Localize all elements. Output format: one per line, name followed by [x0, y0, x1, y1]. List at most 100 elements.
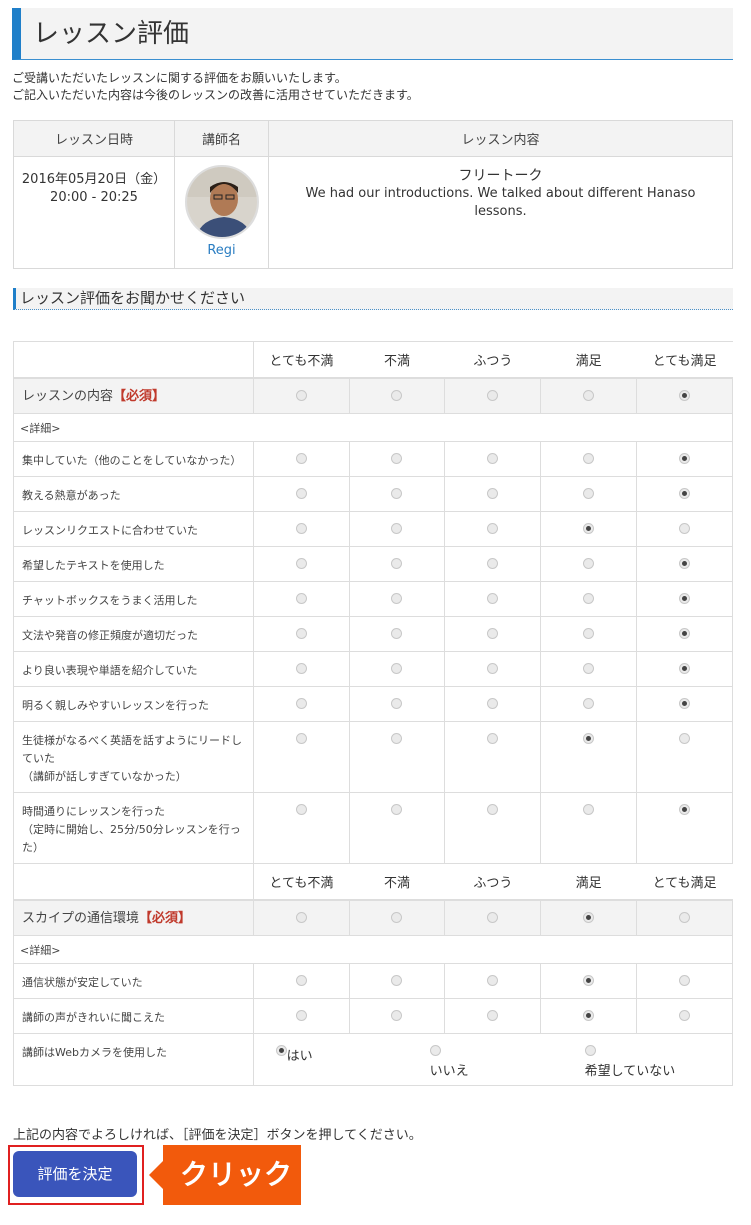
radio-option[interactable] — [487, 628, 499, 639]
radio-option[interactable] — [583, 911, 595, 923]
radio-option[interactable] — [391, 804, 403, 815]
radio-option[interactable] — [583, 804, 595, 815]
radio-option[interactable] — [391, 911, 403, 923]
radio-option[interactable] — [487, 663, 499, 674]
radio-option[interactable] — [679, 453, 691, 464]
radio-option[interactable] — [295, 389, 307, 401]
radio-option[interactable] — [295, 453, 307, 464]
radio-option[interactable] — [391, 593, 403, 604]
radio-option[interactable] — [679, 975, 691, 986]
radio-option[interactable] — [679, 523, 691, 534]
radio-option[interactable] — [679, 558, 691, 569]
radio-option[interactable] — [391, 733, 403, 744]
intro-text: ご受講いただいたレッスンに関する評価をお願いいたします。 ご記入いただいた内容は… — [12, 70, 419, 104]
radio-option[interactable] — [295, 628, 307, 639]
radio-option[interactable] — [295, 1010, 307, 1021]
radio-option[interactable] — [679, 1010, 691, 1021]
rating-row: より良い表現や単語を紹介していた — [13, 651, 733, 687]
rating-row: 明るく親しみやすいレッスンを行った — [13, 686, 733, 722]
radio-option[interactable] — [583, 593, 595, 604]
radio-option[interactable] — [275, 1045, 287, 1056]
radio-option[interactable] — [679, 628, 691, 639]
radio-option[interactable] — [295, 733, 307, 744]
radio-option[interactable] — [487, 733, 499, 744]
radio-option[interactable] — [391, 698, 403, 709]
radio-option[interactable] — [583, 628, 595, 639]
radio-option[interactable] — [391, 663, 403, 674]
radio-option[interactable] — [679, 488, 691, 499]
radio-option[interactable] — [487, 389, 499, 401]
radio-option[interactable] — [679, 733, 691, 744]
scale-label-very-satisfied: とても満足 — [636, 863, 733, 900]
radio-option[interactable] — [583, 975, 595, 986]
camera-option-yes[interactable]: はい — [275, 1045, 313, 1064]
camera-option-label: はい — [286, 1049, 313, 1064]
radio-option[interactable] — [583, 663, 595, 674]
details-label: <詳細> — [13, 413, 733, 442]
radio-option[interactable] — [583, 453, 595, 464]
radio-option[interactable] — [487, 698, 499, 709]
rating-item-label: 教える熱意があった — [13, 476, 254, 512]
radio-option[interactable] — [583, 698, 595, 709]
teacher-name-link[interactable]: Regi — [175, 243, 268, 258]
lesson-datetime-cell: 2016年05月20日（金） 20:00 - 20:25 — [13, 156, 175, 269]
radio-option[interactable] — [295, 593, 307, 604]
radio-option[interactable] — [391, 453, 403, 464]
radio-option[interactable] — [391, 488, 403, 499]
radio-option[interactable] — [295, 663, 307, 674]
teacher-avatar[interactable] — [184, 165, 259, 239]
radio-option[interactable] — [391, 628, 403, 639]
radio-option[interactable] — [583, 488, 595, 499]
radio-option[interactable] — [487, 523, 499, 534]
submit-rating-button[interactable]: 評価を決定 — [13, 1151, 137, 1197]
radio-option[interactable] — [584, 1045, 596, 1056]
scale-label-neutral: ふつう — [444, 863, 541, 900]
radio-option[interactable] — [429, 1045, 441, 1056]
radio-option[interactable] — [679, 698, 691, 709]
radio-option[interactable] — [487, 593, 499, 604]
radio-option[interactable] — [487, 488, 499, 499]
lesson-content-cell: フリートーク We had our introductions. We talk… — [268, 156, 733, 269]
lesson-date: 2016年05月20日（金） — [21, 172, 167, 187]
teacher-cell: Regi — [174, 156, 269, 269]
camera-option-not-requested[interactable]: 希望していない — [584, 1045, 675, 1079]
radio-option[interactable] — [487, 975, 499, 986]
radio-option[interactable] — [583, 733, 595, 744]
radio-option[interactable] — [295, 698, 307, 709]
radio-option[interactable] — [679, 911, 691, 923]
radio-option[interactable] — [679, 663, 691, 674]
radio-option[interactable] — [583, 1010, 595, 1021]
radio-option[interactable] — [583, 389, 595, 401]
rating-row: 教える熱意があった — [13, 476, 733, 512]
radio-option[interactable] — [295, 975, 307, 986]
radio-option[interactable] — [583, 558, 595, 569]
lesson-content-rating-row: レッスンの内容【必須】 — [13, 376, 733, 414]
scale-label-neutral: ふつう — [444, 341, 541, 378]
radio-option[interactable] — [295, 523, 307, 534]
radio-option[interactable] — [679, 804, 691, 815]
scale-header-row-2: とても不満 不満 ふつう 満足 とても満足 — [13, 863, 733, 900]
radio-option[interactable] — [391, 523, 403, 534]
radio-option[interactable] — [391, 558, 403, 569]
rating-item-label: 講師の声がきれいに聞こえた — [13, 998, 254, 1034]
scale-label-very-dissatisfied: とても不満 — [253, 341, 350, 378]
radio-option[interactable] — [487, 1010, 499, 1021]
radio-option[interactable] — [583, 523, 595, 534]
rating-item-label: チャットボックスをうまく活用した — [13, 581, 254, 617]
radio-option[interactable] — [295, 804, 307, 815]
radio-option[interactable] — [295, 911, 307, 923]
radio-option[interactable] — [679, 389, 691, 401]
radio-option[interactable] — [487, 453, 499, 464]
radio-option[interactable] — [487, 911, 499, 923]
rating-row: 講師の声がきれいに聞こえた — [13, 998, 733, 1034]
radio-option[interactable] — [391, 1010, 403, 1021]
details-label-row: <詳細> — [13, 935, 733, 964]
radio-option[interactable] — [295, 488, 307, 499]
radio-option[interactable] — [487, 804, 499, 815]
radio-option[interactable] — [487, 558, 499, 569]
radio-option[interactable] — [391, 389, 403, 401]
radio-option[interactable] — [295, 558, 307, 569]
radio-option[interactable] — [679, 593, 691, 604]
camera-option-no[interactable]: いいえ — [429, 1045, 469, 1079]
radio-option[interactable] — [391, 975, 403, 986]
